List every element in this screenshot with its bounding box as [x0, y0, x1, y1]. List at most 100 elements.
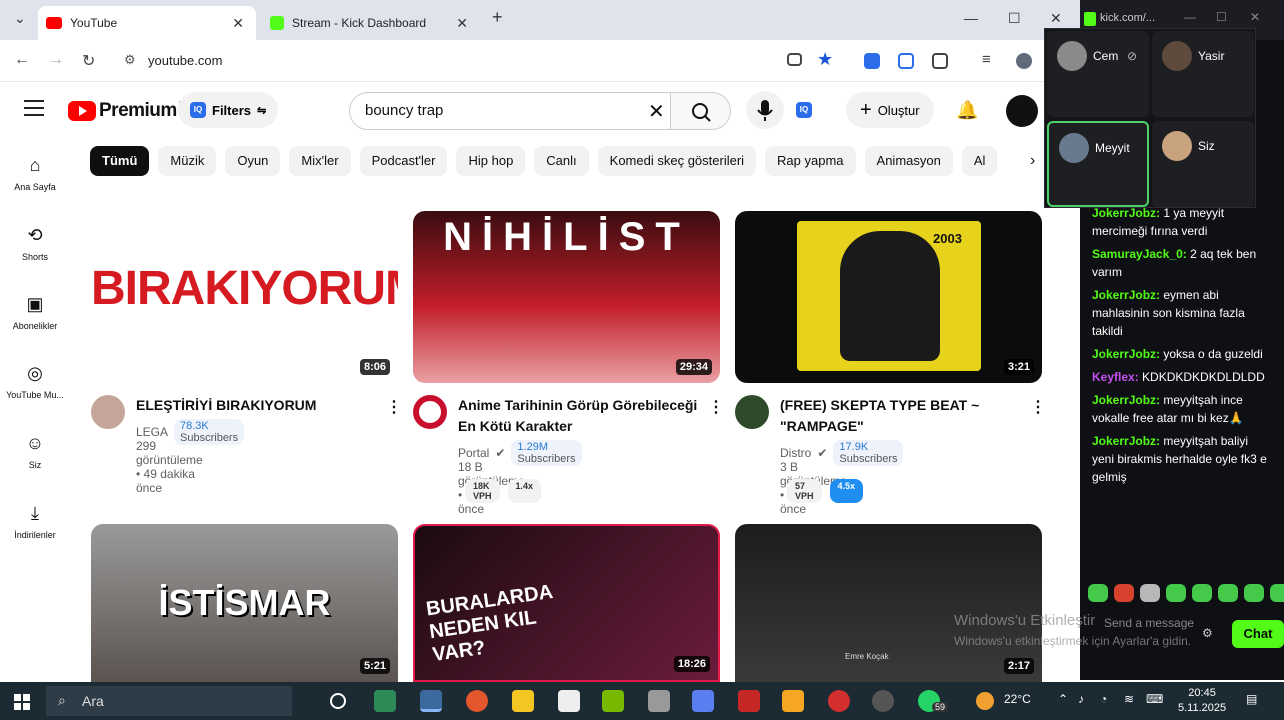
url-field[interactable]: youtube.com	[112, 45, 1032, 77]
new-tab-icon[interactable]: +	[492, 7, 503, 28]
iq-extension-icon[interactable]: IQ	[796, 102, 812, 118]
weather-temp[interactable]: 22°C	[1004, 692, 1031, 706]
search-input[interactable]: bouncy trap	[349, 92, 671, 130]
minimize-icon[interactable]: —	[1184, 10, 1196, 24]
taskbar-app-icon[interactable]	[374, 690, 396, 712]
chip-3[interactable]: Mix'ler	[289, 146, 351, 176]
video-thumbnail[interactable]: İSTİSMAR 5:21	[91, 524, 398, 682]
maximize-icon[interactable]: ☐	[1008, 10, 1021, 27]
taskbar-clock[interactable]: 20:45 5.11.2025	[1178, 686, 1226, 716]
notifications-icon[interactable]: ▤	[1246, 692, 1257, 706]
chip-4[interactable]: Podcast'ler	[359, 146, 448, 176]
bookmark-star-icon[interactable]: ★	[817, 49, 833, 70]
sidebar-item-downloads[interactable]: ⤓ İndirilenler	[0, 502, 70, 540]
taskbar-app-icon[interactable]	[782, 690, 804, 712]
filters-button[interactable]: IQ Filters ⇋	[178, 92, 279, 128]
chip-2[interactable]: Oyun	[225, 146, 281, 176]
emote-icon[interactable]	[1192, 584, 1212, 602]
chip-8[interactable]: Rap yapma	[765, 146, 856, 176]
extension-iq-icon[interactable]	[864, 53, 880, 69]
weather-icon[interactable]	[976, 692, 994, 710]
menu-icon[interactable]	[24, 100, 44, 121]
youtube-logo[interactable]: Premium TR	[68, 100, 191, 122]
close-tab-icon[interactable]: ✕	[232, 15, 244, 32]
tab-list-icon[interactable]: ⌄	[14, 10, 26, 27]
back-icon[interactable]: ←	[14, 51, 30, 69]
emote-icon[interactable]	[1166, 584, 1186, 602]
voice-search-button[interactable]	[746, 91, 784, 129]
chat-username[interactable]: JokerrJobz	[1092, 393, 1156, 407]
create-button[interactable]: + Oluştur	[846, 92, 934, 128]
settings-gear-icon[interactable]: ⚙	[1202, 626, 1213, 640]
close-window-icon[interactable]: ✕	[1250, 10, 1260, 24]
profile-avatar-icon[interactable]	[1016, 53, 1032, 69]
sidebar-item-shorts[interactable]: ⟲ Shorts	[0, 224, 70, 262]
chat-username[interactable]: JokerrJobz	[1092, 206, 1156, 220]
chat-send-button[interactable]: Chat	[1232, 620, 1284, 648]
emote-icon[interactable]	[1244, 584, 1264, 602]
video-thumbnail[interactable]: Emre Koçak 2:17	[735, 524, 1042, 682]
taskbar-app-icon[interactable]	[828, 690, 850, 712]
close-tab-icon[interactable]: ✕	[456, 15, 468, 32]
wifi-icon[interactable]: ≋	[1124, 692, 1134, 706]
call-participant[interactable]: Yasir	[1152, 31, 1254, 117]
chrome-taskbar-icon[interactable]	[420, 690, 442, 712]
chat-username[interactable]: JokerrJobz	[1092, 288, 1156, 302]
search-button[interactable]	[671, 92, 731, 130]
network-icon[interactable]: ◔	[1100, 692, 1107, 706]
nvidia-icon[interactable]	[602, 690, 624, 712]
channel-name[interactable]: LEGA	[136, 425, 168, 439]
chip-7[interactable]: Komedi skeç gösterileri	[597, 146, 757, 176]
install-app-icon[interactable]	[787, 53, 802, 66]
more-actions-icon[interactable]: ⋮	[708, 397, 724, 417]
emote-icon[interactable]	[1114, 584, 1134, 602]
reload-icon[interactable]: ↻	[82, 51, 95, 71]
minimize-icon[interactable]: —	[964, 10, 978, 26]
extension-screen-icon[interactable]	[898, 53, 914, 69]
more-actions-icon[interactable]: ⋮	[1030, 397, 1046, 417]
emote-icon[interactable]	[1088, 584, 1108, 602]
chat-username[interactable]: JokerrJobz	[1092, 347, 1156, 361]
chip-0[interactable]: Tümü	[90, 146, 150, 176]
video-thumbnail[interactable]: BIRAKIYORUM 8:06	[91, 211, 398, 383]
video-title[interactable]: (FREE) SKEPTA TYPE BEAT ~ "RAMPAGE"	[780, 395, 1025, 437]
channel-avatar[interactable]	[413, 395, 447, 429]
call-participant[interactable]: Meyyit	[1047, 121, 1149, 207]
tray-chevron-icon[interactable]: ⌃	[1058, 692, 1068, 706]
channel-avatar[interactable]	[735, 395, 769, 429]
chip-10[interactable]: Al	[961, 146, 998, 176]
call-participant[interactable]: Siz	[1152, 121, 1254, 207]
extensions-puzzle-icon[interactable]	[932, 53, 948, 69]
chat-username[interactable]: Keyflex	[1092, 370, 1135, 384]
taskbar-app-icon[interactable]	[648, 690, 670, 712]
notifications-bell-icon[interactable]: 🔔	[956, 100, 978, 121]
chat-username[interactable]: SamurayJack_0	[1092, 247, 1183, 261]
cortana-icon[interactable]	[330, 693, 346, 709]
chip-6[interactable]: Canlı	[534, 146, 589, 176]
chat-username[interactable]: JokerrJobz	[1092, 434, 1156, 448]
reading-list-icon[interactable]: ≡	[982, 51, 991, 68]
video-title[interactable]: ELEŞTİRİYİ BIRAKIYORUM	[136, 395, 381, 416]
channel-name[interactable]: Distro	[780, 446, 811, 460]
emote-icon[interactable]	[1218, 584, 1238, 602]
site-info-icon[interactable]: ⚙	[124, 52, 136, 68]
taskbar-app-icon[interactable]	[738, 690, 760, 712]
file-explorer-icon[interactable]	[512, 690, 534, 712]
channel-name[interactable]: Portal	[458, 446, 489, 460]
sidebar-item-home[interactable]: ⌂ Ana Sayfa	[0, 154, 70, 192]
maximize-icon[interactable]: ☐	[1216, 10, 1227, 24]
tab-kick[interactable]: Stream - Kick Dashboard ✕	[262, 6, 480, 40]
taskbar-app-icon[interactable]	[872, 690, 894, 712]
sidebar-item-youtube-music[interactable]: ◎ YouTube Mu...	[0, 362, 70, 400]
tab-youtube[interactable]: YouTube ✕	[38, 6, 256, 40]
chip-1[interactable]: Müzik	[158, 146, 217, 176]
chip-5[interactable]: Hip hop	[456, 146, 526, 176]
windows-start-icon[interactable]	[14, 694, 30, 710]
taskbar-app-icon[interactable]	[558, 690, 580, 712]
more-actions-icon[interactable]: ⋮	[386, 397, 402, 417]
video-thumbnail[interactable]: 2003 3:21	[735, 211, 1042, 383]
emote-icon[interactable]	[1270, 584, 1284, 602]
forward-icon[interactable]: →	[48, 51, 64, 69]
office-icon[interactable]	[692, 690, 714, 712]
sidebar-item-subscriptions[interactable]: ▣ Abonelikler	[0, 293, 70, 331]
